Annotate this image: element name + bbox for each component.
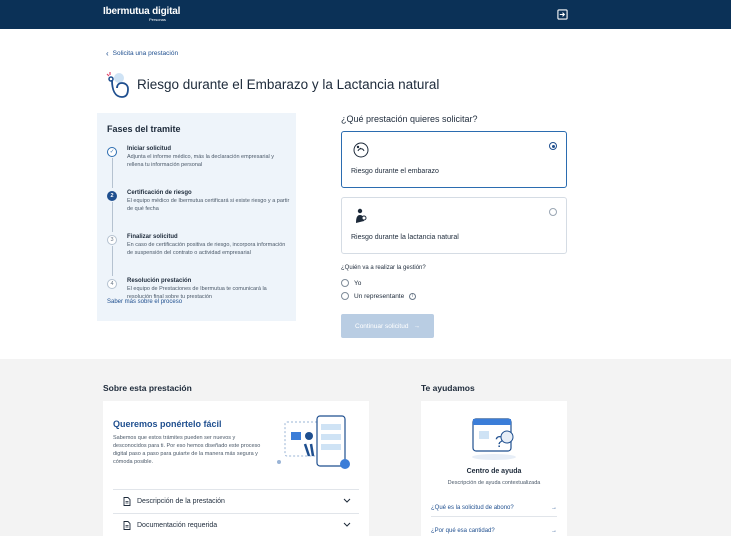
benefit-question: ¿Qué prestación quieres solicitar? <box>341 114 478 124</box>
about-card-title: Queremos ponértelo fácil <box>113 419 222 429</box>
pregnancy-icon <box>106 72 129 98</box>
arrow-right-icon: → <box>551 505 557 511</box>
option-label: Riesgo durante la lactancia natural <box>351 234 459 241</box>
about-heading: Sobre esta prestación <box>103 383 192 393</box>
digital-process-illustration <box>277 415 350 469</box>
main-panel: ‹ Solicita una prestación Riesgo durante… <box>0 29 731 359</box>
chevron-down-icon <box>343 498 351 503</box>
phase-connector <box>111 158 113 188</box>
help-card: ? Centro de ayuda Descripción de ayuda c… <box>421 401 567 536</box>
document-icon <box>123 521 131 530</box>
phases-panel: Fases del tramite ✓ Iniciar solicitud Ad… <box>97 113 296 321</box>
accordion-documentation[interactable]: Documentación requerida <box>113 513 359 536</box>
arrow-right-icon: → <box>551 528 557 534</box>
back-link-label: Solicita una prestación <box>112 50 179 57</box>
radio-button[interactable] <box>341 279 349 287</box>
phase-list: ✓ Iniciar solicitud Adjunta el informe m… <box>105 145 292 321</box>
phase-item: 3 Finalizar solicitud En caso de certifi… <box>105 233 292 277</box>
help-link-label: ¿Por qué esa cantidad? <box>431 528 495 534</box>
radio-button[interactable] <box>341 292 349 300</box>
continue-button-label: Continuar solicitud <box>355 322 409 330</box>
radio-label: Un representante <box>354 292 405 300</box>
about-card: Queremos ponértelo fácil Sabemos que est… <box>103 401 369 536</box>
radio-label: Yo <box>354 279 362 287</box>
phase-title: Iniciar solicitud <box>127 146 172 152</box>
help-center-subtitle: Descripción de ayuda contextualizada <box>447 480 541 486</box>
option-radio[interactable] <box>549 142 557 150</box>
phase-item: ✓ Iniciar solicitud Adjunta el informe m… <box>105 145 292 189</box>
continue-button[interactable]: Continuar solicitud → <box>341 314 434 338</box>
option-card-lactation[interactable]: Riesgo durante la lactancia natural <box>341 197 567 254</box>
option-label: Riesgo durante el embarazo <box>351 168 439 175</box>
radio-option-representative[interactable]: Un representante i <box>341 292 417 300</box>
logo-subtitle: Personas <box>149 17 166 22</box>
about-card-text: Sabemos que estos trámites pueden ser nu… <box>113 435 261 465</box>
accordion-label: Documentación requerida <box>137 522 218 529</box>
phase-title: Finalizar solicitud <box>127 234 178 240</box>
chevron-down-icon <box>343 522 351 527</box>
process-info-link[interactable]: Saber más sobre el proceso <box>107 299 182 305</box>
option-radio[interactable] <box>549 208 557 216</box>
help-link-cantidad[interactable]: ¿Por qué esa cantidad? → <box>431 528 557 536</box>
phase-item: 2 Certificación de riesgo El equipo médi… <box>105 189 292 233</box>
phase-check-icon: ✓ <box>107 147 117 157</box>
help-link-abono[interactable]: ¿Qué es la solicitud de abono? → <box>431 505 557 517</box>
ibermutua-logo[interactable]: Ibermutua digital Personas <box>103 6 181 22</box>
logout-icon[interactable] <box>557 9 568 20</box>
phases-title: Fases del tramite <box>107 124 181 134</box>
pregnant-belly-icon <box>353 142 369 158</box>
phase-connector <box>111 202 113 232</box>
chevron-left-icon: ‹ <box>106 49 109 58</box>
phase-number: 3 <box>107 235 117 245</box>
back-link[interactable]: ‹ Solicita una prestación <box>106 49 178 58</box>
phase-description: Adjunta el informe médico, más la declar… <box>127 154 275 168</box>
help-heading: Te ayudamos <box>421 383 475 393</box>
radio-option-me[interactable]: Yo <box>341 279 361 287</box>
top-bar: Ibermutua digital Personas <box>0 0 731 29</box>
help-center-title: Centro de ayuda <box>466 468 522 475</box>
help-link-label: ¿Qué es la solicitud de abono? <box>431 505 514 511</box>
mother-baby-icon <box>356 208 367 223</box>
arrow-right-icon: → <box>413 322 420 330</box>
help-center-illustration: ? <box>472 418 516 460</box>
option-card-pregnancy[interactable]: Riesgo durante el embarazo <box>341 131 567 188</box>
phase-description: El equipo médico de Ibermutua certificar… <box>127 198 290 212</box>
page-title: Riesgo durante el Embarazo y la Lactanci… <box>137 77 440 92</box>
logo-text: Ibermutua digital <box>103 6 181 17</box>
info-icon[interactable]: i <box>409 292 417 300</box>
phase-number: 4 <box>107 279 117 289</box>
accordion-description[interactable]: Descripción de la prestación <box>113 489 359 513</box>
phase-description: En caso de certificación positiva de rie… <box>127 242 286 256</box>
who-question: ¿Quién va a realizar la gestión? <box>341 265 426 271</box>
phase-title: Certificación de riesgo <box>127 190 192 196</box>
phase-title: Resolución prestación <box>127 278 192 284</box>
phase-connector <box>111 246 113 276</box>
phase-number: 2 <box>107 191 117 201</box>
accordion-label: Descripción de la prestación <box>137 498 225 505</box>
document-icon <box>123 497 131 506</box>
